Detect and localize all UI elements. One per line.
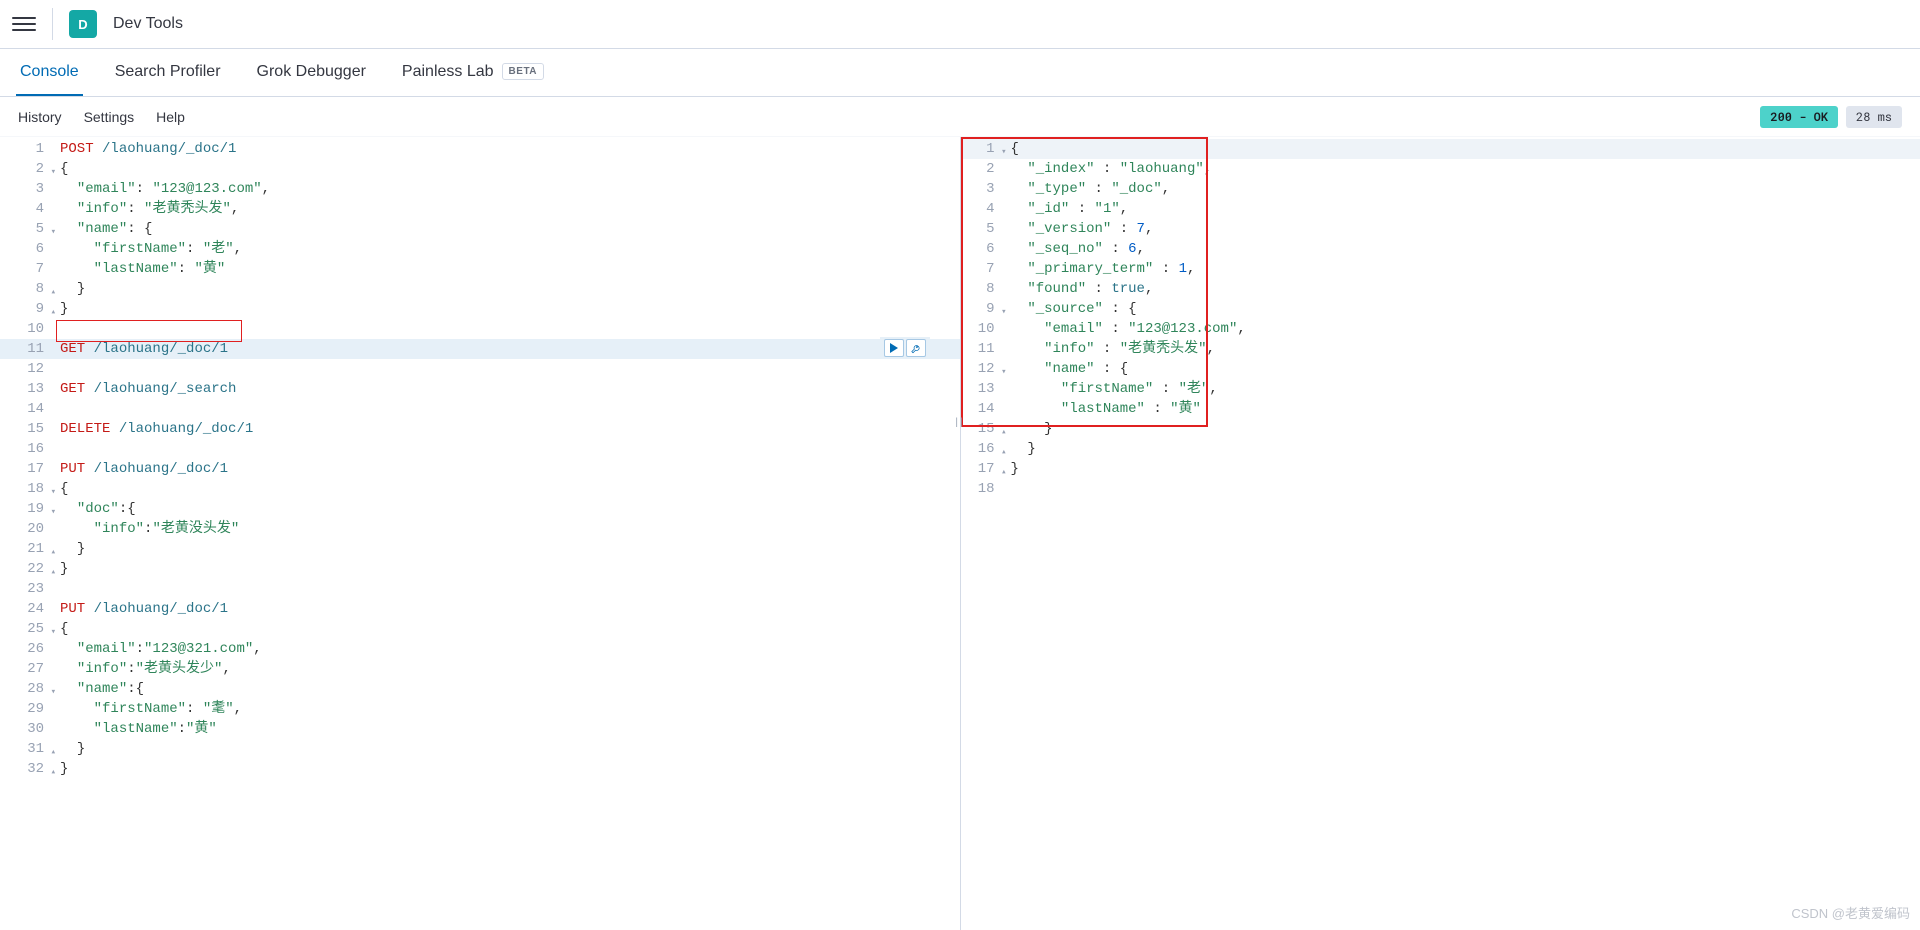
- line-action-buttons: [880, 337, 930, 359]
- divider: [52, 8, 53, 40]
- tab-grok-debugger[interactable]: Grok Debugger: [253, 49, 370, 96]
- page-title: Dev Tools: [113, 15, 183, 33]
- tab-painless-lab[interactable]: Painless Lab BETA: [398, 49, 548, 96]
- history-link[interactable]: History: [18, 109, 62, 125]
- tab-painless-lab-label: Painless Lab: [402, 63, 494, 81]
- help-link[interactable]: Help: [156, 109, 185, 125]
- run-request-button[interactable]: [884, 339, 904, 357]
- response-gutter: 1▾23456789▾101112▾131415▴16▴17▴18: [961, 137, 1005, 499]
- request-options-button[interactable]: [906, 339, 926, 357]
- tabs-row: Console Search Profiler Grok Debugger Pa…: [0, 49, 1920, 97]
- response-viewer-pane[interactable]: 1▾23456789▾101112▾131415▴16▴17▴18 { "_in…: [961, 137, 1920, 930]
- response-code: { "_index" : "laohuang", "_type" : "_doc…: [1011, 137, 1920, 499]
- app-icon[interactable]: D: [69, 10, 97, 38]
- hamburger-menu-icon[interactable]: [12, 12, 36, 36]
- tab-console[interactable]: Console: [16, 49, 83, 96]
- app-header: D Dev Tools: [0, 0, 1920, 49]
- timing-badge: 28 ms: [1846, 106, 1902, 128]
- settings-link[interactable]: Settings: [84, 109, 135, 125]
- status-badge: 200 - OK: [1760, 106, 1838, 128]
- tab-search-profiler[interactable]: Search Profiler: [111, 49, 225, 96]
- console-subnav: History Settings Help 200 - OK 28 ms: [0, 97, 1920, 137]
- request-gutter: 12▾345▾678▴9▴101112131415161718▾19▾2021▴…: [0, 137, 54, 779]
- watermark-text: CSDN @老黄爱编码: [1791, 903, 1910, 922]
- request-editor-pane[interactable]: 12▾345▾678▴9▴101112131415161718▾19▾2021▴…: [0, 137, 961, 930]
- beta-badge: BETA: [502, 63, 544, 80]
- request-code[interactable]: POST /laohuang/_doc/1{ "email": "123@123…: [60, 137, 960, 779]
- main-split: 12▾345▾678▴9▴101112131415161718▾19▾2021▴…: [0, 137, 1920, 930]
